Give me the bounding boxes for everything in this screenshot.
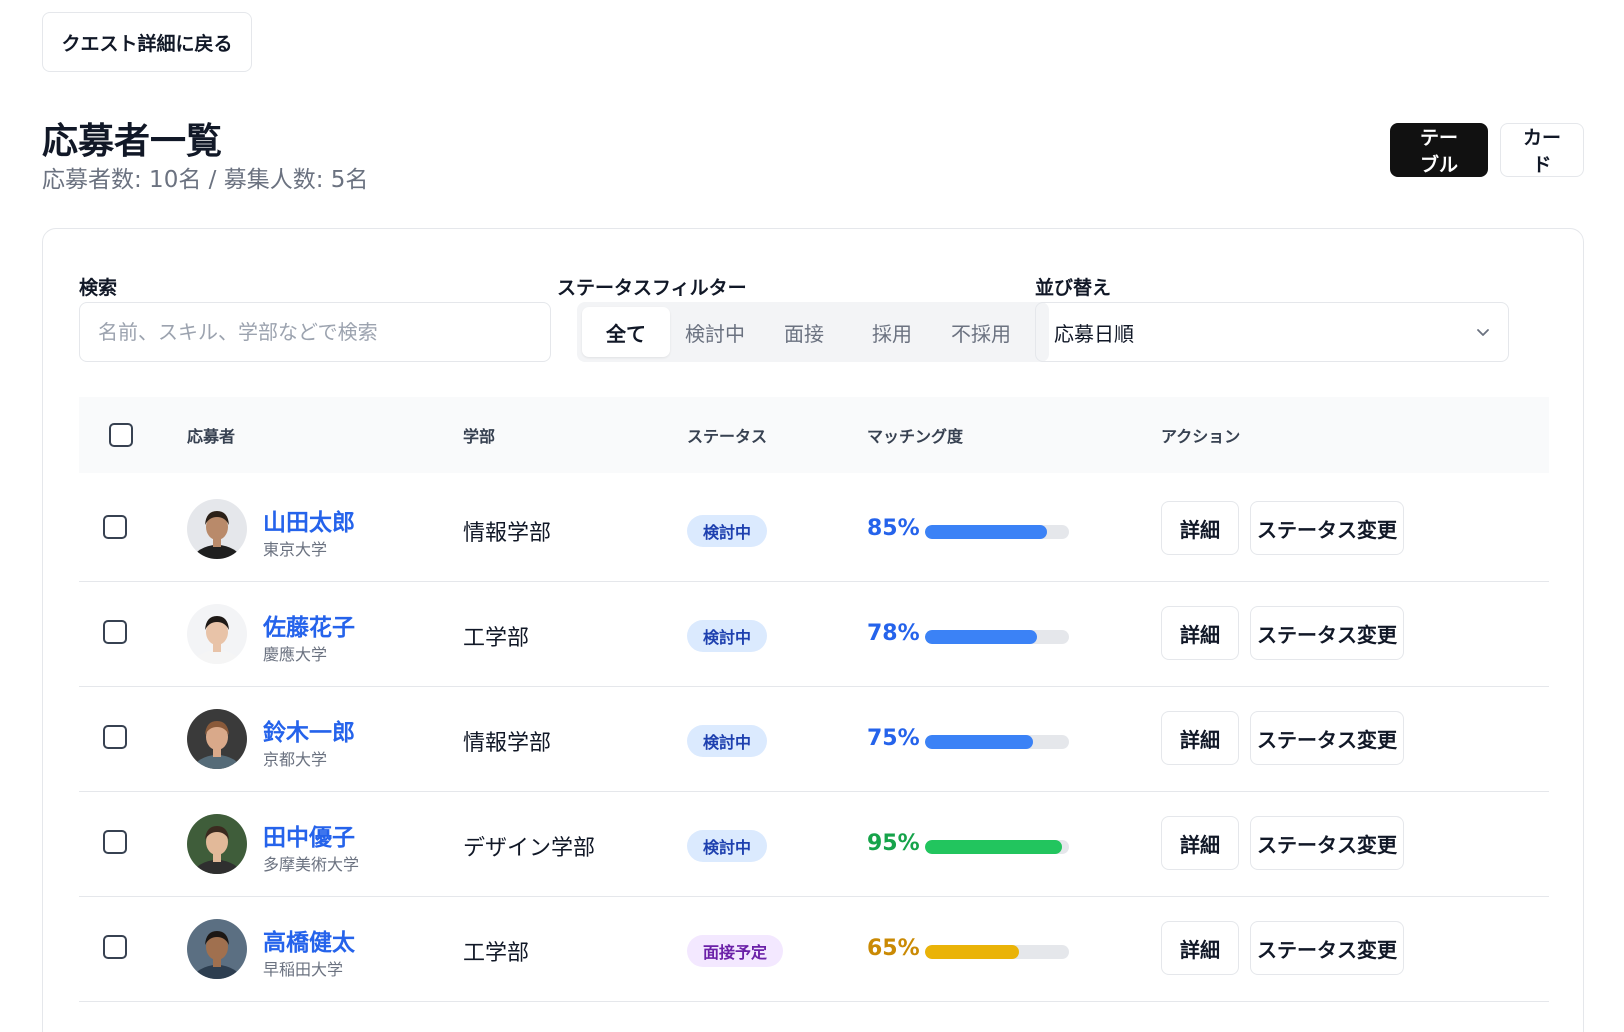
select-all-checkbox[interactable] bbox=[109, 423, 133, 447]
applicant-name-link[interactable]: 高橋健太 bbox=[263, 923, 355, 957]
header-department: 学部 bbox=[463, 427, 496, 446]
matching-bar-fill bbox=[925, 630, 1038, 644]
status-filter: 全て 検討中 面接 採用 不採用 bbox=[577, 302, 1049, 362]
applicant-name-link[interactable]: 佐藤花子 bbox=[263, 608, 355, 642]
detail-button[interactable]: 詳細 bbox=[1161, 501, 1239, 555]
matching-bar bbox=[925, 945, 1069, 959]
table-row: 山田太郎 東京大学 情報学部 検討中 85% 詳細 ステータス変更 bbox=[79, 473, 1549, 582]
applicant-university: 東京大学 bbox=[263, 540, 328, 559]
status-filter-interview[interactable]: 面接 bbox=[760, 307, 848, 357]
matching-percent: 78% bbox=[867, 621, 920, 646]
table-view-button[interactable]: テーブル bbox=[1390, 123, 1488, 177]
back-to-quest-button[interactable]: クエスト詳細に戻る bbox=[42, 12, 252, 72]
detail-button[interactable]: 詳細 bbox=[1161, 921, 1239, 975]
matching-bar-fill bbox=[925, 945, 1019, 959]
matching-bar bbox=[925, 735, 1069, 749]
applicant-name-link[interactable]: 田中優子 bbox=[263, 818, 355, 852]
status-change-button[interactable]: ステータス変更 bbox=[1250, 816, 1404, 870]
status-filter-all[interactable]: 全て bbox=[582, 307, 670, 357]
matching-percent: 65% bbox=[867, 936, 920, 961]
status-change-button[interactable]: ステータス変更 bbox=[1250, 606, 1404, 660]
applicant-name-link[interactable]: 鈴木一郎 bbox=[263, 713, 355, 747]
matching-bar-fill bbox=[925, 840, 1062, 854]
sort-label: 並び替え bbox=[1035, 277, 1112, 299]
status-badge: 検討中 bbox=[687, 830, 768, 862]
applicant-department: 情報学部 bbox=[463, 731, 552, 756]
detail-button[interactable]: 詳細 bbox=[1161, 606, 1239, 660]
detail-button[interactable]: 詳細 bbox=[1161, 816, 1239, 870]
matching-bar bbox=[925, 525, 1069, 539]
avatar bbox=[187, 709, 247, 769]
chevron-down-icon bbox=[1477, 329, 1489, 336]
status-filter-hired[interactable]: 採用 bbox=[848, 307, 936, 357]
status-change-button[interactable]: ステータス変更 bbox=[1250, 711, 1404, 765]
header-applicant: 応募者 bbox=[187, 427, 236, 446]
status-filter-label: ステータスフィルター bbox=[557, 277, 747, 299]
status-badge: 面接予定 bbox=[687, 935, 784, 967]
row-checkbox[interactable] bbox=[103, 515, 127, 539]
sort-select[interactable]: 応募日順 bbox=[1035, 302, 1509, 362]
table-row: 鈴木一郎 京都大学 情報学部 検討中 75% 詳細 ステータス変更 bbox=[79, 683, 1549, 792]
applicant-department: 工学部 bbox=[463, 626, 530, 651]
status-filter-rejected[interactable]: 不採用 bbox=[936, 307, 1026, 357]
header-status: ステータス bbox=[687, 427, 768, 446]
header-matching: マッチング度 bbox=[867, 427, 964, 446]
applicant-university: 早稲田大学 bbox=[263, 960, 344, 979]
row-checkbox[interactable] bbox=[103, 935, 127, 959]
status-badge: 検討中 bbox=[687, 620, 768, 652]
matching-percent: 85% bbox=[867, 516, 920, 541]
avatar bbox=[187, 604, 247, 664]
row-checkbox[interactable] bbox=[103, 830, 127, 854]
applicant-university: 慶應大学 bbox=[263, 645, 328, 664]
applicant-name-link[interactable]: 山田太郎 bbox=[263, 503, 355, 537]
row-checkbox[interactable] bbox=[103, 725, 127, 749]
card-view-button[interactable]: カード bbox=[1500, 123, 1584, 177]
avatar bbox=[187, 919, 247, 979]
applicant-department: 工学部 bbox=[463, 941, 530, 966]
matching-bar bbox=[925, 630, 1069, 644]
status-badge: 検討中 bbox=[687, 515, 768, 547]
status-filter-reviewing[interactable]: 検討中 bbox=[670, 307, 760, 357]
detail-button[interactable]: 詳細 bbox=[1161, 711, 1239, 765]
page-title: 応募者一覧 bbox=[42, 121, 223, 162]
matching-percent: 95% bbox=[867, 831, 920, 856]
sort-value: 応募日順 bbox=[1054, 321, 1134, 346]
matching-bar-fill bbox=[925, 525, 1048, 539]
search-label: 検索 bbox=[79, 277, 118, 299]
applicant-university: 多摩美術大学 bbox=[263, 855, 360, 874]
header-actions: アクション bbox=[1161, 427, 1241, 446]
matching-bar bbox=[925, 840, 1069, 854]
status-change-button[interactable]: ステータス変更 bbox=[1250, 501, 1404, 555]
table-header: 応募者 学部 ステータス マッチング度 アクション bbox=[79, 397, 1549, 473]
matching-bar-fill bbox=[925, 735, 1033, 749]
applicants-panel: 検索 ステータスフィルター 全て 検討中 面接 採用 不採用 並び替え 応募日順… bbox=[42, 228, 1584, 1032]
row-checkbox[interactable] bbox=[103, 620, 127, 644]
status-badge: 検討中 bbox=[687, 725, 768, 757]
avatar bbox=[187, 814, 247, 874]
avatar bbox=[187, 499, 247, 559]
table-row: 高橋健太 早稲田大学 工学部 面接予定 65% 詳細 ステータス変更 bbox=[79, 893, 1549, 1002]
applicant-department: デザイン学部 bbox=[463, 836, 596, 861]
table-row: 田中優子 多摩美術大学 デザイン学部 検討中 95% 詳細 ステータス変更 bbox=[79, 788, 1549, 897]
applicant-count: 応募者数: 10名 / 募集人数: 5名 bbox=[42, 167, 369, 193]
matching-percent: 75% bbox=[867, 726, 920, 751]
view-toggle: テーブル カード bbox=[1390, 123, 1584, 177]
search-input[interactable] bbox=[79, 302, 551, 362]
applicant-department: 情報学部 bbox=[463, 521, 552, 546]
applicant-university: 京都大学 bbox=[263, 750, 328, 769]
table-row: 佐藤花子 慶應大学 工学部 検討中 78% 詳細 ステータス変更 bbox=[79, 578, 1549, 687]
status-change-button[interactable]: ステータス変更 bbox=[1250, 921, 1404, 975]
